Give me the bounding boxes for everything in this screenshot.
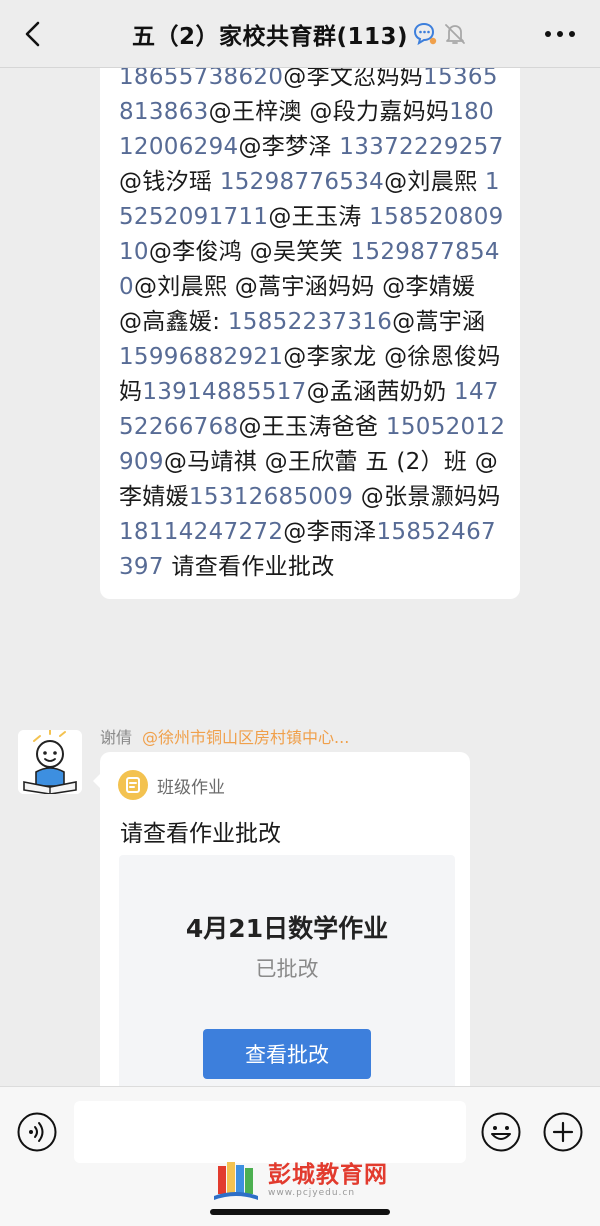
homework-card[interactable]: 班级作业 请查看作业批改 4月21日数学作业 已批改 查看批改 xyxy=(93,752,470,1086)
homework-title: 4月21日数学作业 xyxy=(185,914,389,943)
message-text: @孟涵茜奶奶 xyxy=(306,379,455,405)
watermark-url: www.pcjyedu.cn xyxy=(268,1188,356,1198)
message-text: @王玉涛 xyxy=(268,204,370,230)
watermark: 彭城教育网 www.pcjyedu.cn xyxy=(212,1149,402,1211)
phone-number-link[interactable]: 15852237316 xyxy=(228,309,392,335)
chat-header: 五（2）家校共育群(113) xyxy=(0,0,600,68)
card-app-label: 班级作业 xyxy=(157,777,225,798)
homework-status: 已批改 xyxy=(255,957,319,981)
phone-number-link[interactable]: 15312685009 xyxy=(189,484,353,510)
avatar-cartoon-icon xyxy=(18,730,82,794)
phone-number-link[interactable]: 13914885517 xyxy=(142,379,306,405)
message-text: @刘晨熙 xyxy=(384,169,485,195)
mute-bell-icon xyxy=(445,24,465,44)
avatar[interactable] xyxy=(18,730,82,794)
message-text: @李梦泽 xyxy=(238,134,340,160)
group-chat-bubble-icon xyxy=(414,22,437,46)
more-options-icon[interactable] xyxy=(542,22,578,46)
chat-message-list[interactable]: 18655738620@李文忍妈妈15365813863@王梓澳 @段力嘉妈妈1… xyxy=(0,68,600,1086)
watermark-books-logo-icon xyxy=(214,1162,258,1200)
card-message: 请查看作业批改 xyxy=(120,821,281,847)
chat-title-wrap: 五（2）家校共育群(113) xyxy=(0,18,600,50)
card-app-header: 班级作业 xyxy=(118,770,225,800)
chat-title: 五（2）家校共育群(113) xyxy=(131,24,409,50)
message-text: @蒿宇涵 xyxy=(392,309,486,335)
message-text: 请查看作业批改 xyxy=(163,554,335,580)
voice-input-icon[interactable] xyxy=(16,1111,58,1153)
phone-number-link[interactable]: 15996882921 xyxy=(119,344,283,370)
phone-number-link[interactable]: 13372229257 xyxy=(339,134,503,160)
message-text: @王梓澳 @段力嘉妈妈 xyxy=(208,99,450,125)
text-message-bubble[interactable]: 18655738620@李文忍妈妈15365813863@王梓澳 @段力嘉妈妈1… xyxy=(100,68,520,599)
emoji-icon[interactable] xyxy=(480,1111,522,1153)
message-text: @李俊鸿 @吴笑笑 xyxy=(148,239,351,265)
sender-name: 谢倩 xyxy=(100,728,133,747)
message-text: @李雨泽 xyxy=(283,519,377,545)
watermark-name: 彭城教育网 xyxy=(268,1162,388,1188)
phone-number-link[interactable]: 15298776534 xyxy=(220,169,384,195)
input-bar: 彭城教育网 www.pcjyedu.cn xyxy=(0,1086,600,1226)
sender-row: 谢倩 @徐州市铜山区房村镇中心... xyxy=(100,724,349,748)
homework-preview: 4月21日数学作业 已批改 查看批改 xyxy=(119,855,455,1086)
phone-number-link[interactable]: 18655738620 xyxy=(119,68,283,90)
message-text: @王玉涛爸爸 xyxy=(238,414,386,440)
view-correction-button[interactable]: 查看批改 xyxy=(203,1029,371,1079)
message-text: @李文忍妈妈 xyxy=(283,68,424,90)
message-text: @钱汐瑶 xyxy=(119,169,220,195)
message-text: @张景灏妈妈 xyxy=(353,484,501,510)
homework-app-icon xyxy=(118,770,148,800)
home-indicator[interactable] xyxy=(210,1209,390,1215)
plus-icon[interactable] xyxy=(542,1111,584,1153)
sender-org-tag[interactable]: @徐州市铜山区房村镇中心... xyxy=(142,728,349,747)
phone-number-link[interactable]: 18114247272 xyxy=(119,519,283,545)
